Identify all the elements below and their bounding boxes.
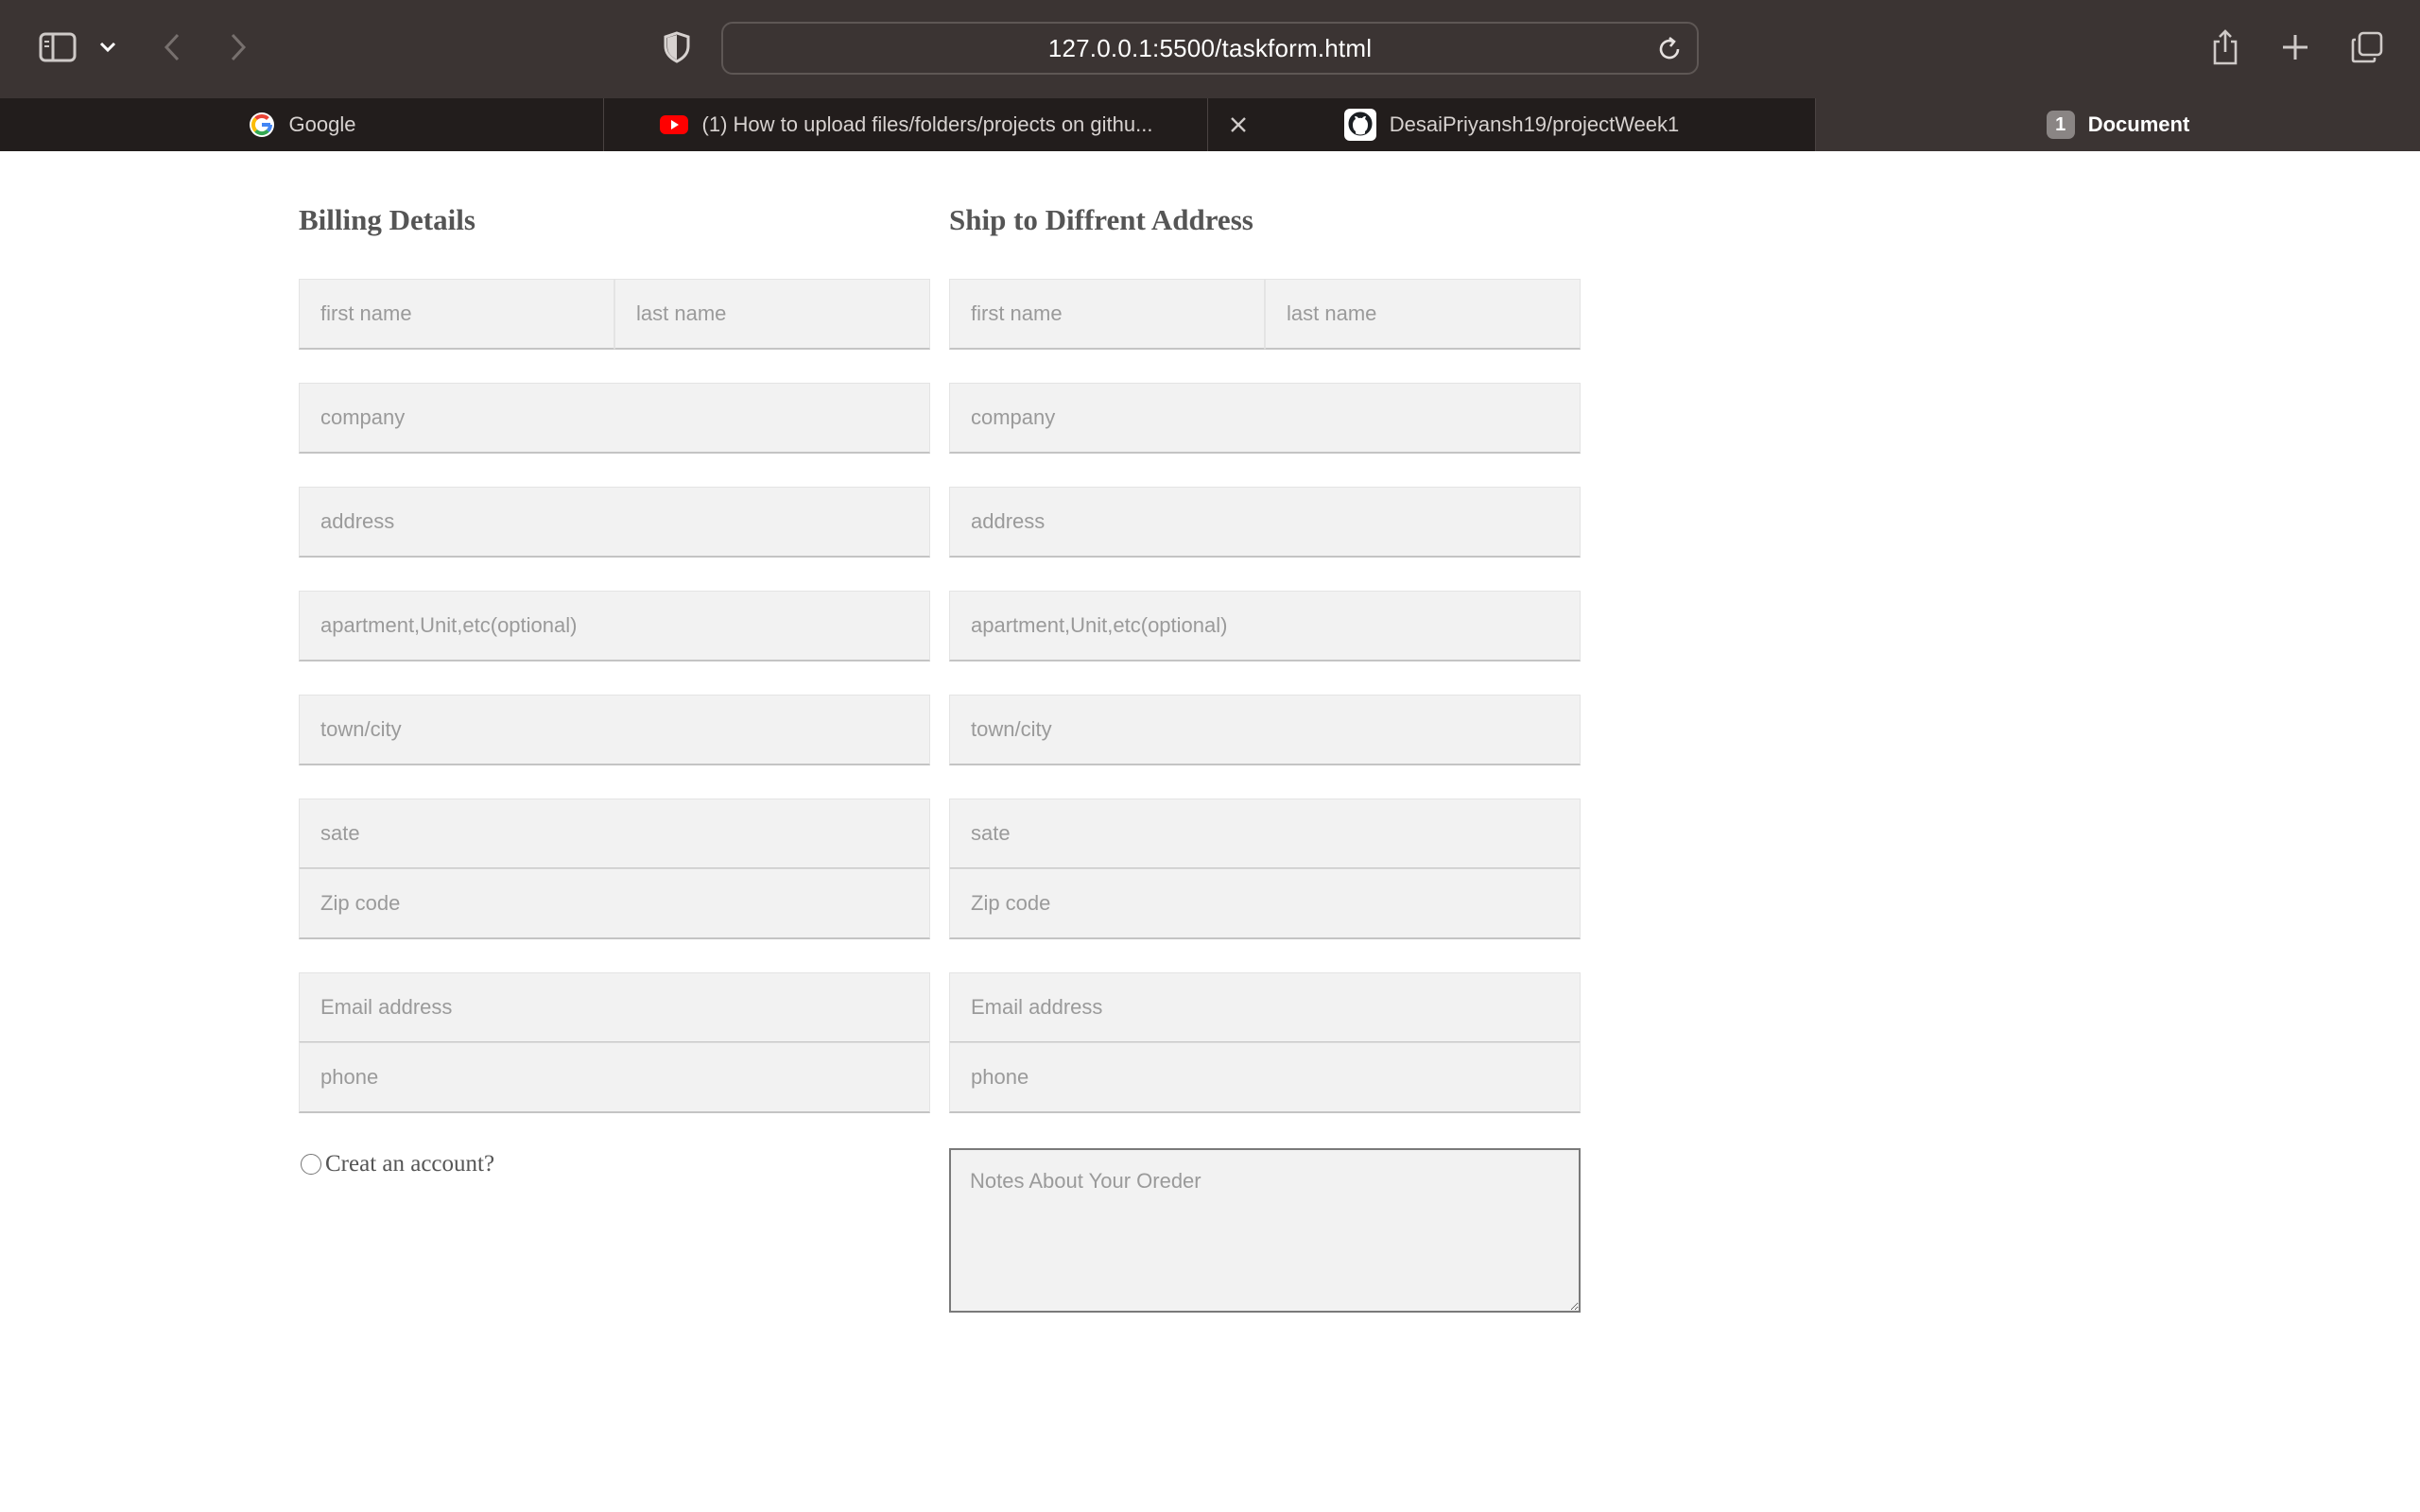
url-text: 127.0.0.1:5500/taskform.html [1047, 33, 1373, 62]
tab-title: (1) How to upload files/folders/projects… [701, 112, 1153, 136]
create-account-radio[interactable] [301, 1154, 321, 1175]
google-favicon [248, 111, 276, 139]
tab-overview-icon[interactable] [2348, 28, 2386, 66]
billing-details-heading: Billing Details [299, 203, 475, 236]
billing-first-name-input[interactable] [299, 279, 614, 350]
chevron-down-icon[interactable] [95, 36, 121, 59]
billing-town-input[interactable] [299, 695, 930, 765]
tab-title: DesaiPriyansh19/projectWeek1 [1389, 112, 1680, 136]
tab-title: Document [2087, 112, 2190, 136]
shipping-first-name-input[interactable] [949, 279, 1265, 350]
create-account-label: Creat an account? [325, 1151, 495, 1177]
shipping-town-input[interactable] [949, 695, 1581, 765]
billing-apartment-input[interactable] [299, 591, 930, 662]
sidebar-icon[interactable] [36, 30, 79, 64]
billing-phone-input[interactable] [299, 1042, 930, 1113]
youtube-favicon [659, 113, 689, 136]
github-favicon [1343, 109, 1376, 141]
forward-arrow-icon[interactable] [223, 30, 253, 64]
billing-email-input[interactable] [299, 972, 930, 1043]
shipping-apartment-input[interactable] [949, 591, 1581, 662]
shipping-phone-input[interactable] [949, 1042, 1581, 1113]
create-account-option[interactable]: Creat an account? [301, 1151, 494, 1177]
ship-different-address-heading: Ship to Diffrent Address [949, 203, 1253, 236]
tab-youtube[interactable]: (1) How to upload files/folders/projects… [604, 98, 1208, 151]
close-icon[interactable] [1229, 115, 1248, 140]
shipping-company-input[interactable] [949, 383, 1581, 454]
shipping-address-input[interactable] [949, 487, 1581, 558]
billing-address-input[interactable] [299, 487, 930, 558]
shipping-email-input[interactable] [949, 972, 1581, 1043]
back-arrow-icon[interactable] [157, 30, 187, 64]
tab-strip: Google (1) How to upload files/folders/p… [0, 98, 2420, 151]
shipping-state-input[interactable] [949, 799, 1581, 869]
tab-google[interactable]: Google [0, 98, 604, 151]
shield-icon[interactable] [660, 30, 694, 64]
billing-company-input[interactable] [299, 383, 930, 454]
tab-number-badge: 1 [2046, 111, 2075, 139]
address-bar[interactable]: 127.0.0.1:5500/taskform.html [721, 22, 1699, 75]
share-icon[interactable] [2208, 26, 2242, 68]
billing-state-input[interactable] [299, 799, 930, 869]
browser-toolbar: 127.0.0.1:5500/taskform.html [0, 0, 2420, 98]
order-notes-textarea[interactable] [949, 1148, 1581, 1313]
shipping-last-name-input[interactable] [1265, 279, 1581, 350]
tab-title: Google [288, 112, 356, 136]
billing-last-name-input[interactable] [614, 279, 930, 350]
shipping-zip-input[interactable] [949, 868, 1581, 939]
billing-zip-input[interactable] [299, 868, 930, 939]
tab-document[interactable]: 1 Document [1816, 98, 2420, 151]
reload-icon[interactable] [1655, 35, 1684, 68]
tab-github[interactable]: DesaiPriyansh19/projectWeek1 [1208, 98, 1816, 151]
plus-icon[interactable] [2278, 30, 2312, 64]
